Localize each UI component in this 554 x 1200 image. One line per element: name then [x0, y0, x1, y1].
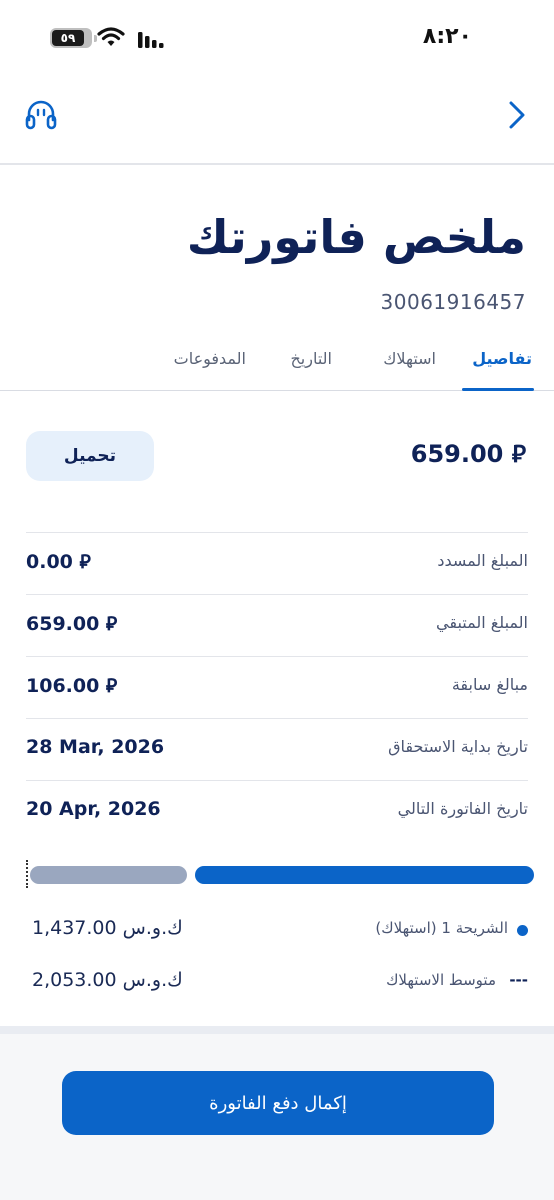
dash-line-icon: --- — [509, 971, 528, 989]
chevron-right-icon[interactable] — [508, 100, 526, 130]
legend-average: --- متوسط الاستهلاك 2,053.00 ك.و.س — [26, 967, 528, 997]
status-time: ٨:٢٠ — [422, 24, 472, 49]
detail-value: 659.00 ⃁ — [26, 613, 118, 635]
legend-value: 2,053.00 ك.و.س — [32, 969, 183, 991]
legend-tier-1: الشريحة 1 (استهلاك) 1,437.00 ك.و.س — [26, 915, 528, 945]
detail-row-previous: مبالغ سابقة 106.00 ⃁ — [26, 656, 528, 718]
usage-bar-remaining — [30, 866, 187, 884]
wifi-icon — [97, 27, 125, 46]
detail-row-paid: المبلغ المسدد 0.00 ⃁ — [26, 532, 528, 594]
dot-icon — [517, 925, 528, 936]
app-header — [0, 76, 554, 165]
detail-row-due-start: تاريخ بداية الاستحقاق 28 Mar, 2026 — [26, 718, 528, 780]
bill-details-list: المبلغ المسدد 0.00 ⃁ المبلغ المتبقي 659.… — [26, 532, 528, 842]
tab-consumption[interactable]: استهلاك — [383, 349, 436, 368]
battery-icon: ٥٩ — [50, 28, 97, 48]
page-title: ملخص فاتورتك — [186, 210, 526, 264]
tab-details[interactable]: تفاصيل — [472, 349, 532, 368]
battery-level: ٥٩ — [52, 30, 84, 46]
active-tab-indicator — [462, 388, 534, 391]
detail-row-remaining: المبلغ المتبقي 659.00 ⃁ — [26, 594, 528, 656]
legend-label: متوسط الاستهلاك — [386, 971, 496, 989]
detail-label: تاريخ بداية الاستحقاق — [388, 737, 528, 756]
tab-bar: تفاصيل استهلاك التاريخ المدفوعات — [0, 345, 554, 391]
legend-value: 1,437.00 ك.و.س — [32, 917, 183, 939]
detail-value: 0.00 ⃁ — [26, 551, 91, 573]
detail-label: تاريخ الفاتورة التالي — [397, 799, 528, 818]
legend-label: الشريحة 1 (استهلاك) — [375, 919, 508, 937]
tab-history[interactable]: التاريخ — [290, 349, 332, 368]
detail-value: 20 Apr, 2026 — [26, 798, 161, 820]
usage-bar-current — [195, 866, 534, 884]
status-bar: ٥٩ ٨:٢٠ — [0, 0, 554, 76]
detail-label: المبلغ المتبقي — [436, 613, 528, 632]
tab-payments[interactable]: المدفوعات — [174, 349, 246, 368]
usage-marker — [26, 860, 28, 888]
headset-icon[interactable] — [24, 98, 58, 132]
detail-value: 106.00 ⃁ — [26, 675, 118, 697]
detail-row-next-bill: تاريخ الفاتورة التالي 20 Apr, 2026 — [26, 780, 528, 842]
total-amount: 659.00 ⃁ — [410, 440, 526, 468]
signal-icon — [138, 32, 164, 48]
complete-payment-button[interactable]: إكمال دفع الفاتورة — [62, 1071, 494, 1135]
detail-value: 28 Mar, 2026 — [26, 736, 165, 758]
consumption-bar — [26, 860, 534, 888]
detail-label: مبالغ سابقة — [451, 675, 528, 694]
account-number: 30061916457 — [380, 290, 526, 314]
download-button[interactable]: تحميل — [26, 431, 154, 481]
detail-label: المبلغ المسدد — [437, 551, 528, 570]
